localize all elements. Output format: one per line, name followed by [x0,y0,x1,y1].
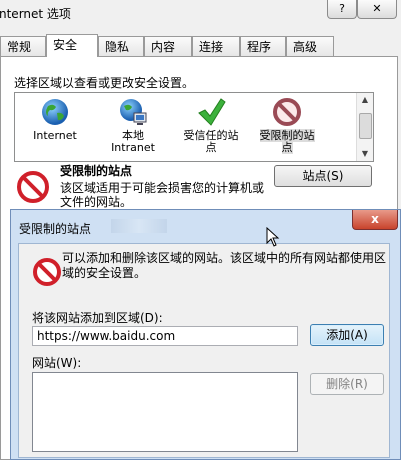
zone-label: 受限制的站 点 [259,129,315,154]
zone-scrollbar[interactable]: ▲ ▼ [356,93,373,161]
zone-label: 本地 Intranet [111,129,155,154]
window-close-button[interactable]: ✕ [357,0,397,19]
window-title: nternet 选项 [0,7,71,21]
zone-label: Internet [33,129,77,142]
site-url-input[interactable]: https://www.baidu.com [32,326,298,346]
intranet-icon [120,99,147,125]
tab-advanced[interactable]: 高级 [286,36,334,56]
zone-trusted-sites[interactable]: 受信任的站 点 [171,97,251,154]
dialog-close-button[interactable]: x [352,210,398,230]
zone-prompt: 选择区域以查看或更改安全设置。 [14,76,195,90]
help-button[interactable]: ? [327,0,357,19]
zone-internet[interactable]: Internet [15,97,95,142]
remove-button[interactable]: 删除(R) [310,373,384,395]
tab-connections[interactable]: 连接 [192,36,240,56]
dialog-info-text: 可以添加和删除该区域的网站。该区域中的所有网站都使用区域的安全设置。 [62,251,387,280]
no-entry-icon [33,258,61,286]
question-icon: ? [339,2,345,15]
websites-label: 网站(W): [32,356,82,370]
tab-security[interactable]: 安全 [46,34,98,57]
window-titlebar: nternet 选项 ? ✕ [0,0,401,28]
close-icon: ✕ [372,2,382,15]
globe-icon [42,99,68,125]
zone-title: 受限制的站点 [60,164,133,178]
websites-list[interactable] [32,372,298,452]
scroll-up-icon[interactable]: ▲ [357,93,373,107]
scroll-down-icon[interactable]: ▼ [357,147,373,161]
tab-general[interactable]: 常规 [0,36,46,56]
zone-restricted-sites[interactable]: 受限制的站 点 [247,97,327,154]
tab-programs[interactable]: 程序 [240,36,286,56]
no-entry-icon [17,171,49,203]
scroll-thumb[interactable] [359,113,372,139]
tab-strip: 常规 安全 隐私 内容 连接 程序 高级 [0,34,401,57]
title-blur [111,219,167,233]
checkmark-icon [198,98,226,126]
add-button[interactable]: 添加(A) [310,324,384,346]
dialog-title: 受限制的站点 [19,222,92,236]
zone-label: 受信任的站 点 [183,129,239,154]
add-site-label: 将该网站添加到区域(D): [32,311,163,325]
tab-content[interactable]: 内容 [144,36,192,56]
mouse-cursor-icon [266,227,280,247]
no-entry-icon [273,98,301,126]
zone-description: 该区域适用于可能会损害您的计算机或文件的网站。 [60,181,265,209]
close-icon: x [371,212,379,226]
sites-button[interactable]: 站点(S) [274,165,372,187]
zone-local-intranet[interactable]: 本地 Intranet [93,97,173,154]
tab-privacy[interactable]: 隐私 [98,36,144,56]
zone-list[interactable]: Internet 本地 Intranet 受信任的站 点 受限制的站 点 ▲ ▼ [14,92,374,162]
